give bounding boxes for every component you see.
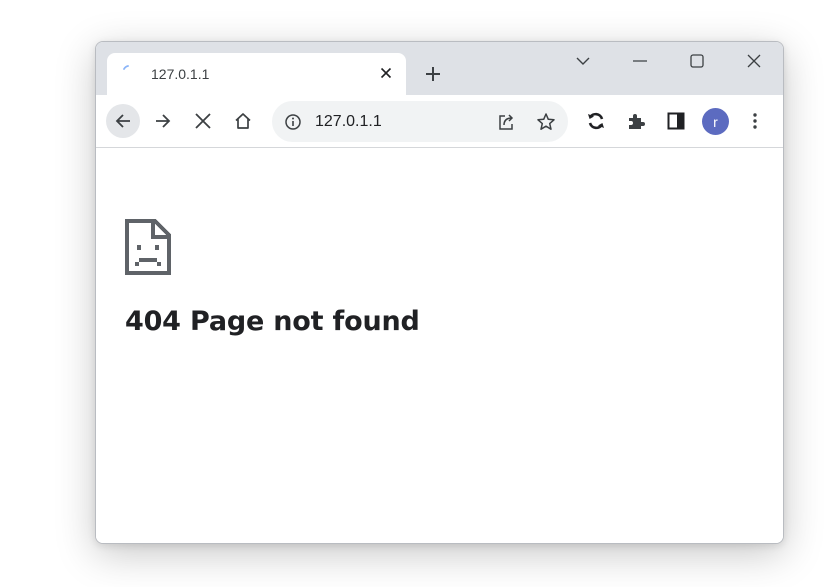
title-bar: 127.0.1.1 xyxy=(96,42,783,95)
window-close-icon[interactable] xyxy=(736,48,772,74)
tab-title: 127.0.1.1 xyxy=(151,66,210,82)
close-icon[interactable] xyxy=(377,64,395,82)
sad-page-icon xyxy=(125,219,171,275)
tab-active[interactable]: 127.0.1.1 xyxy=(107,53,406,95)
more-menu-icon[interactable] xyxy=(738,104,772,138)
desktop: 127.0.1.1 127.0.1.1 r 404 Page not found xyxy=(0,0,830,587)
page-content: 404 Page not found xyxy=(96,148,783,543)
tab-search-icon[interactable] xyxy=(565,48,601,74)
maximize-icon[interactable] xyxy=(679,48,715,74)
sync-icon[interactable] xyxy=(579,104,613,138)
stop-icon[interactable] xyxy=(186,104,220,138)
extensions-puzzle-icon[interactable] xyxy=(619,104,653,138)
forward-arrow-icon[interactable] xyxy=(146,104,180,138)
minimize-icon[interactable] xyxy=(622,48,658,74)
error-heading: 404 Page not found xyxy=(125,306,420,337)
side-panel-icon[interactable] xyxy=(659,104,693,138)
url-text[interactable]: 127.0.1.1 xyxy=(315,113,382,131)
loading-spinner-icon xyxy=(121,64,137,80)
profile-avatar[interactable]: r xyxy=(702,108,729,135)
home-icon[interactable] xyxy=(226,104,260,138)
toolbar: 127.0.1.1 r xyxy=(96,95,783,148)
address-bar[interactable]: 127.0.1.1 xyxy=(272,101,568,142)
back-arrow-icon[interactable] xyxy=(106,104,140,138)
browser-window: 127.0.1.1 127.0.1.1 r 404 Page not found xyxy=(95,41,784,544)
site-info-icon[interactable] xyxy=(284,113,302,131)
new-tab-icon[interactable] xyxy=(421,62,445,86)
bookmark-star-icon[interactable] xyxy=(534,110,558,134)
share-icon[interactable] xyxy=(494,110,518,134)
